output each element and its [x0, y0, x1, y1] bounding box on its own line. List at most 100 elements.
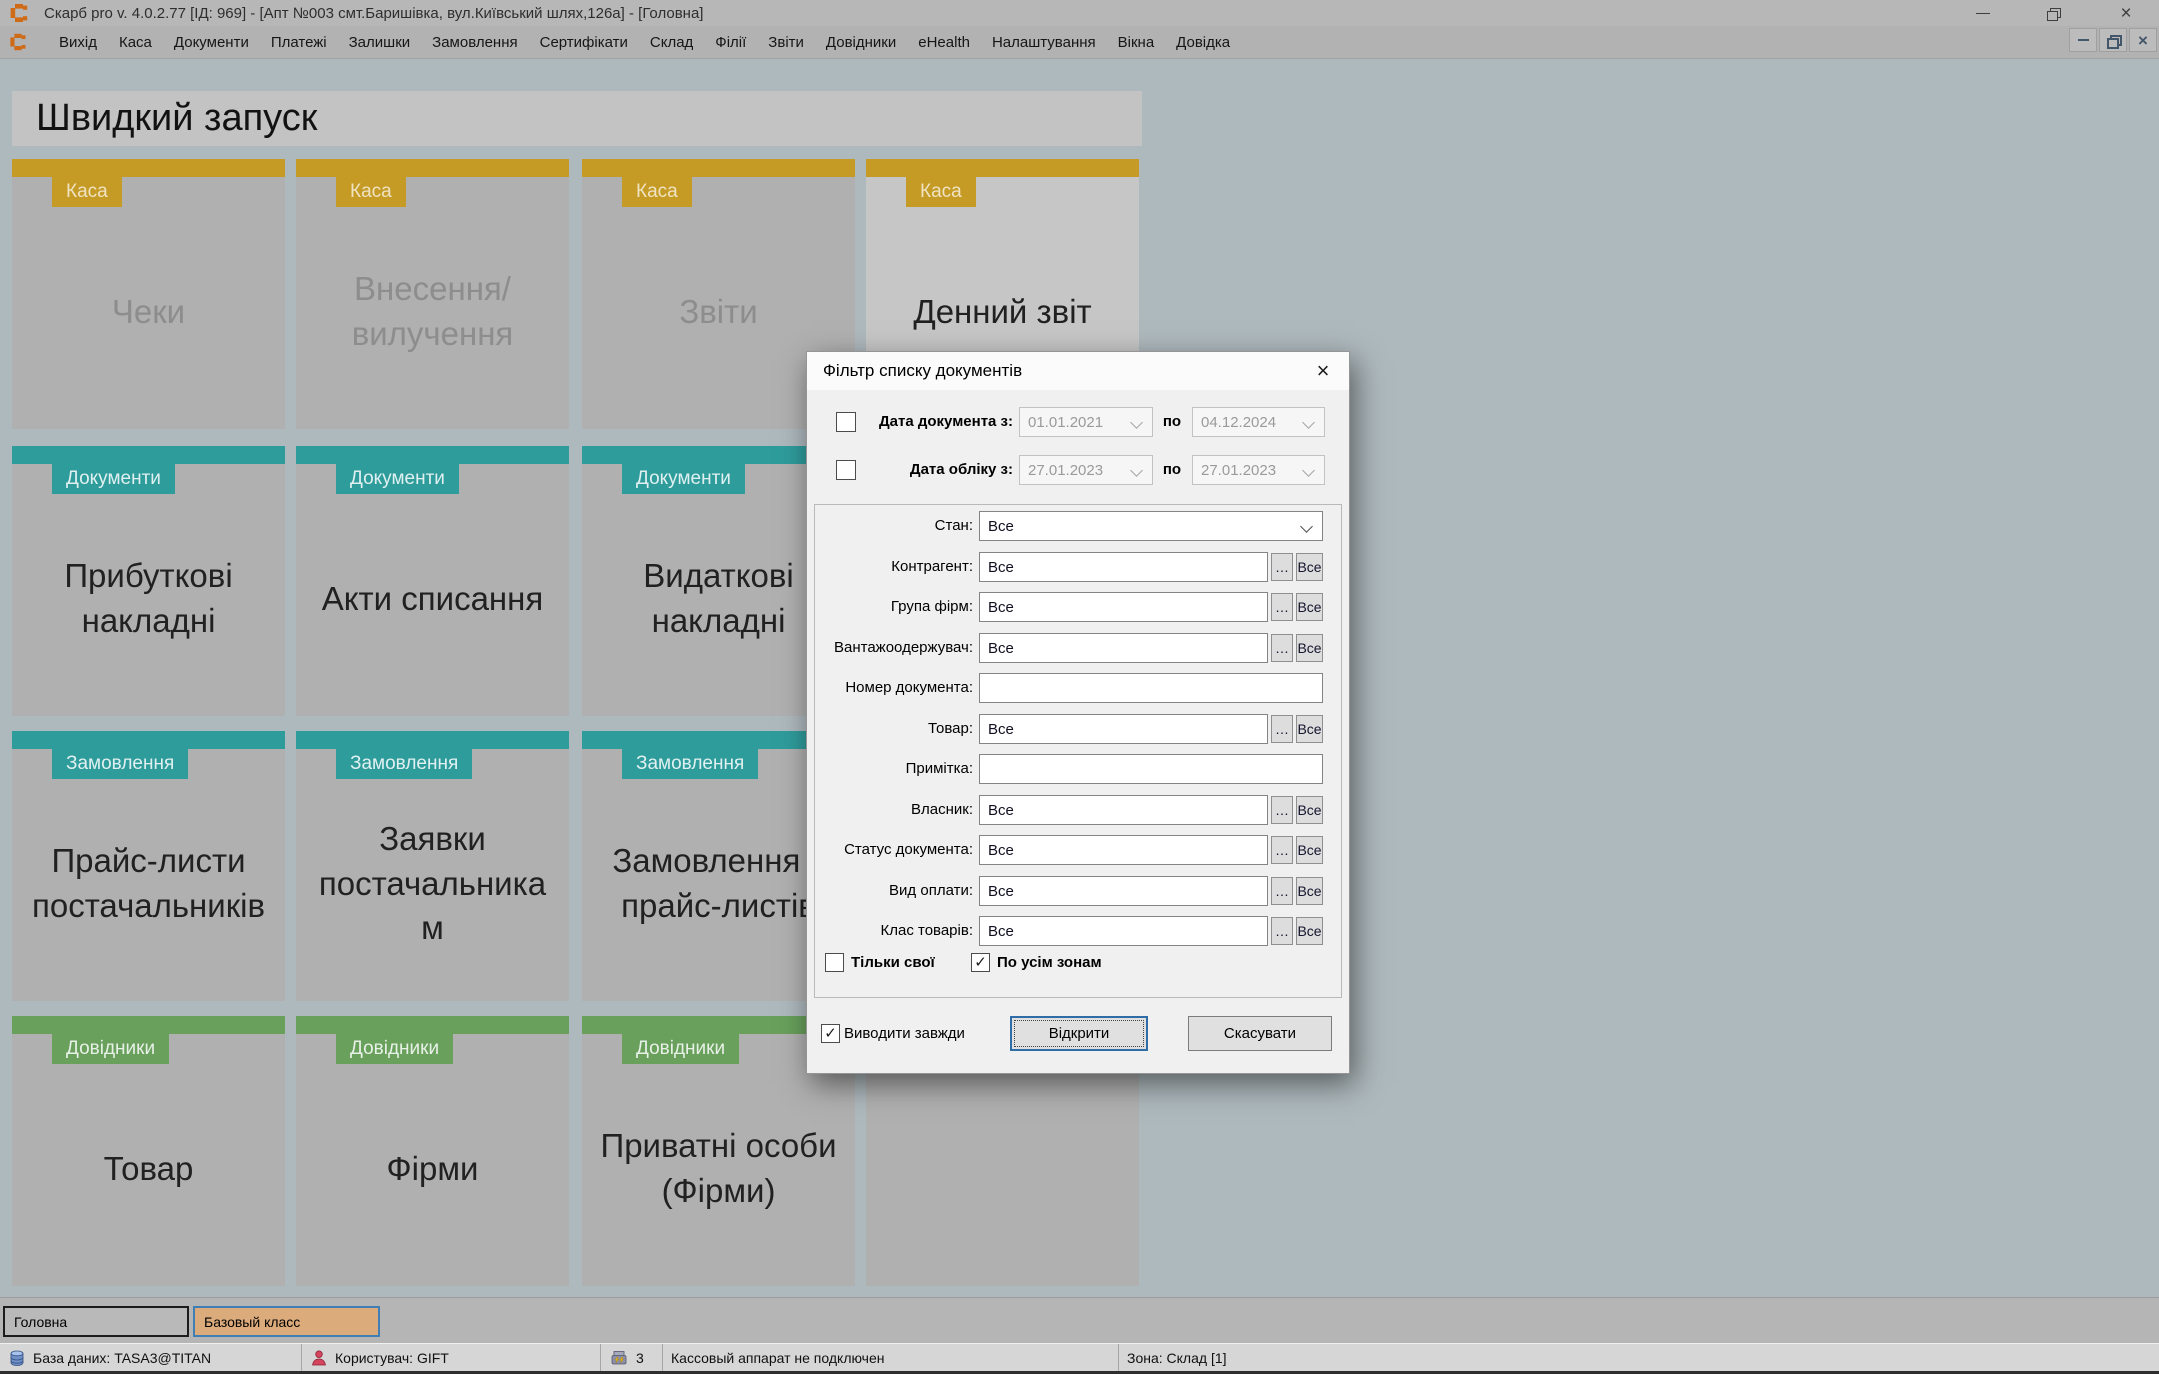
menu-item-zvity[interactable]: Звіти	[757, 34, 815, 51]
document-status-input[interactable]: Все	[979, 835, 1268, 865]
open-button-label: Відкрити	[1048, 1025, 1110, 1042]
menu-item-zamovlennia[interactable]: Замовлення	[421, 34, 528, 51]
tile-category-tab: Каса	[52, 177, 122, 207]
goods-class-input[interactable]: Все	[979, 916, 1268, 946]
tile-cheky[interactable]: Каса Чеки	[12, 159, 285, 429]
document-status-label: Статус документа:	[844, 841, 973, 858]
consignee-input[interactable]: Все	[979, 633, 1268, 663]
menu-item-vikna[interactable]: Вікна	[1107, 34, 1166, 51]
tile-firmy[interactable]: Довідники Фірми	[296, 1016, 569, 1286]
goods-class-value: Все	[988, 922, 1014, 940]
menu-item-kasa[interactable]: Каса	[108, 34, 163, 51]
window-restore-button[interactable]	[2023, 0, 2083, 26]
consignee-browse-button[interactable]: …	[1271, 634, 1293, 662]
tile-category-tab: Довідники	[622, 1034, 740, 1064]
goods-all-button[interactable]: Все	[1296, 715, 1323, 743]
owner-input[interactable]: Все	[979, 795, 1268, 825]
state-combo[interactable]: Все	[979, 511, 1323, 541]
workspace-tab-label: Базовый класс	[204, 1313, 301, 1330]
owner-all-button[interactable]: Все	[1296, 796, 1323, 824]
menu-item-zalyshky[interactable]: Залишки	[338, 34, 422, 51]
open-button[interactable]: Відкрити	[1010, 1016, 1148, 1051]
chevron-down-icon	[1130, 464, 1143, 477]
all-zones-checkbox[interactable]: ✓	[971, 953, 990, 972]
tile-category-tab: Документи	[336, 464, 459, 494]
always-show-checkbox[interactable]: ✓	[821, 1024, 840, 1043]
date-accounting-to-combo[interactable]: 27.01.2023	[1192, 455, 1325, 485]
window-minimize-button[interactable]	[1953, 0, 2013, 26]
tile-prybutkovi-nakladni[interactable]: Документи Прибуткові накладні	[12, 446, 285, 716]
date-accounting-from-combo[interactable]: 27.01.2023	[1019, 455, 1153, 485]
tile-akty-spysannia[interactable]: Документи Акти списання	[296, 446, 569, 716]
tile-category-strip	[296, 731, 569, 749]
menu-item-dovidka[interactable]: Довідка	[1165, 34, 1241, 51]
counterparty-input[interactable]: Все	[979, 552, 1268, 582]
tile-category-tab: Документи	[622, 464, 745, 494]
document-status-browse-button[interactable]: …	[1271, 836, 1293, 864]
counterparty-all-button[interactable]: Все	[1296, 553, 1323, 581]
payment-type-input[interactable]: Все	[979, 876, 1268, 906]
goods-class-browse-button[interactable]: …	[1271, 917, 1293, 945]
workspace-tab-holovna[interactable]: Головна	[3, 1306, 189, 1337]
menu-item-nalashtuvannia[interactable]: Налаштування	[981, 34, 1107, 51]
tile-prais-lysty-postachalnykiv[interactable]: Замовлення Прайс-листи постачальників	[12, 731, 285, 1001]
tile-vnesennia-vyluchennia[interactable]: Каса Внесення/вилучення	[296, 159, 569, 429]
counterparty-browse-button[interactable]: …	[1271, 553, 1293, 581]
close-icon: ×	[2120, 2, 2132, 24]
date-document-to-combo[interactable]: 04.12.2024	[1192, 407, 1325, 437]
menu-item-vyhid[interactable]: Вихід	[48, 34, 108, 51]
tile-tovar[interactable]: Довідники Товар	[12, 1016, 285, 1286]
status-zone: Зона: Склад [1]	[1119, 1344, 2159, 1372]
goods-class-label: Клас товарів:	[880, 922, 974, 939]
workspace-tab-bazovyi-klass[interactable]: Базовый класс	[193, 1306, 380, 1337]
menu-item-sklad[interactable]: Склад	[639, 34, 704, 51]
tile-category-tab: Замовлення	[622, 749, 759, 779]
document-status-all-button[interactable]: Все	[1296, 836, 1323, 864]
minimize-icon	[2077, 39, 2089, 41]
firm-group-label: Група фірм:	[890, 598, 973, 615]
tile-category-strip	[296, 1016, 569, 1034]
cash-register-icon	[609, 1348, 629, 1368]
goods-input[interactable]: Все	[979, 714, 1268, 744]
menu-item-filii[interactable]: Філії	[704, 34, 757, 51]
ellipsis-icon: …	[1275, 599, 1289, 615]
consignee-all-button[interactable]: Все	[1296, 634, 1323, 662]
goods-class-all-button[interactable]: Все	[1296, 917, 1323, 945]
owner-browse-button[interactable]: …	[1271, 796, 1293, 824]
tile-label: Товар	[103, 1149, 194, 1187]
mdi-minimize-button[interactable]	[2069, 28, 2097, 52]
all-button-label: Все	[1297, 559, 1322, 575]
menu-item-sertyfikaty[interactable]: Сертифікати	[529, 34, 639, 51]
menu-item-platezhi[interactable]: Платежі	[260, 34, 338, 51]
document-number-input[interactable]	[979, 673, 1323, 703]
tile-category-tab: Довідники	[336, 1034, 454, 1064]
tile-category-strip	[296, 159, 569, 177]
firm-group-browse-button[interactable]: …	[1271, 593, 1293, 621]
note-label: Примітка:	[905, 760, 973, 777]
tile-zaiavky-postachalnykam[interactable]: Замовлення Заявки постачальникам	[296, 731, 569, 1001]
only-own-checkbox[interactable]	[825, 953, 844, 972]
close-icon: ×	[2138, 30, 2148, 50]
note-input[interactable]	[979, 754, 1323, 784]
dialog-close-button[interactable]: ×	[1297, 352, 1349, 390]
menu-item-dovidnyky[interactable]: Довідники	[815, 34, 907, 51]
date-document-from-combo[interactable]: 01.01.2021	[1019, 407, 1153, 437]
firm-group-all-button[interactable]: Все	[1296, 593, 1323, 621]
minimize-icon	[1976, 12, 1990, 14]
check-icon: ✓	[974, 954, 987, 971]
menu-item-ehealth[interactable]: eHealth	[907, 34, 981, 51]
cancel-button[interactable]: Скасувати	[1188, 1016, 1332, 1051]
window-close-button[interactable]: ×	[2094, 0, 2158, 26]
mdi-close-button[interactable]: ×	[2129, 28, 2157, 52]
tile-category-strip	[296, 446, 569, 464]
date-accounting-to-value: 27.01.2023	[1201, 461, 1277, 479]
goods-browse-button[interactable]: …	[1271, 715, 1293, 743]
mdi-restore-button[interactable]	[2099, 28, 2127, 52]
tile-label: Фірми	[386, 1149, 479, 1187]
window-title: Скарб pro v. 4.0.2.77 [ІД: 969] - [Апт №…	[44, 4, 704, 22]
payment-type-browse-button[interactable]: …	[1271, 877, 1293, 905]
firm-group-input[interactable]: Все	[979, 592, 1268, 622]
filter-dialog: Фільтр списку документів × Дата документ…	[806, 351, 1350, 1074]
payment-type-all-button[interactable]: Все	[1296, 877, 1323, 905]
menu-item-dokumenty[interactable]: Документи	[163, 34, 260, 51]
